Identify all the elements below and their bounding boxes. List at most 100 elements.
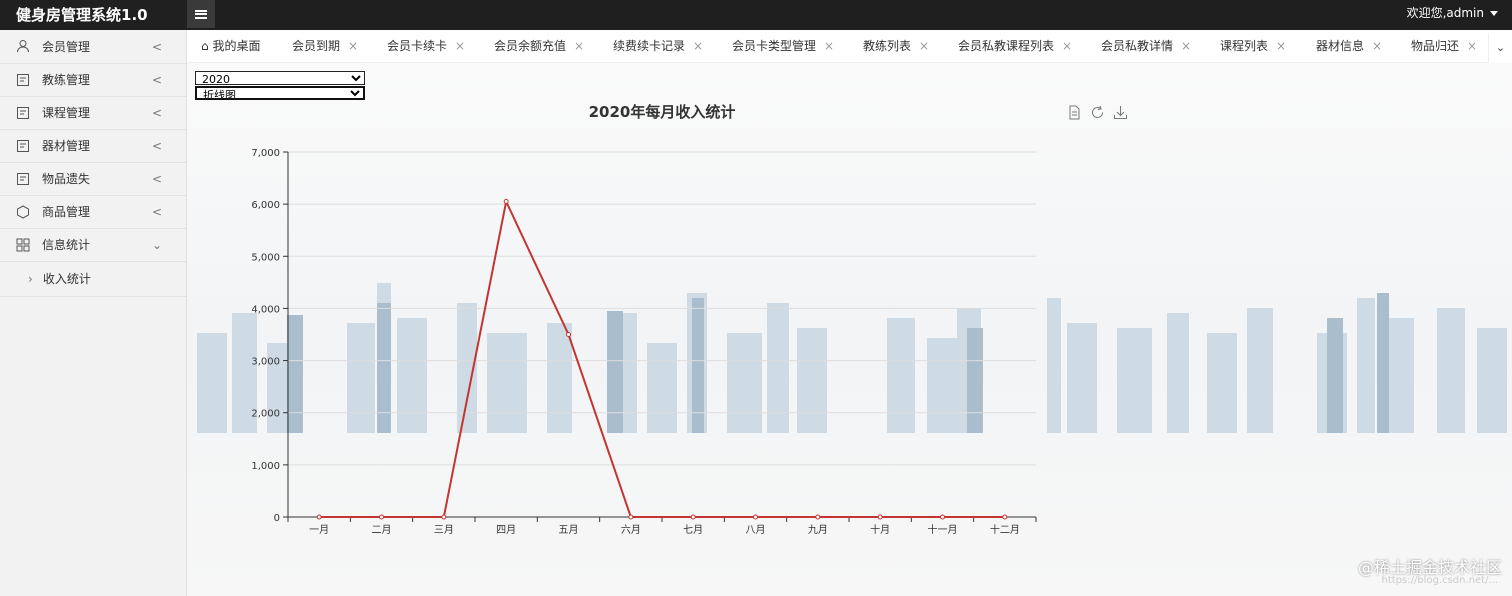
chevron-down-icon: ⌄	[1495, 41, 1506, 54]
sidebar-subitem-label: 收入统计	[42, 272, 91, 286]
data-point	[877, 514, 883, 520]
chevron-left-icon: <	[151, 106, 162, 120]
data-point	[379, 514, 384, 520]
close-icon[interactable]: ×	[1276, 39, 1286, 53]
chevron-right-icon: ›	[28, 272, 33, 286]
close-icon[interactable]: ×	[919, 39, 929, 53]
x-tick-label: 六月	[621, 524, 641, 536]
y-tick-label: 5,000	[251, 252, 280, 263]
close-icon[interactable]: ×	[1181, 39, 1191, 53]
sidebar-item-member[interactable]: 会员管理 <	[0, 30, 186, 64]
sidebar-item-label: 商品管理	[42, 205, 91, 219]
tab-label: 会员卡续卡	[387, 39, 448, 53]
close-icon[interactable]: ×	[348, 39, 358, 53]
y-tick-label: 0	[274, 513, 280, 524]
data-point	[503, 199, 509, 205]
tab-equipment-info[interactable]: 器材信息 ×	[1316, 30, 1382, 62]
tab-balance-recharge[interactable]: 会员余额充值 ×	[494, 30, 584, 62]
data-point	[815, 514, 821, 520]
tab-label: 物品归还	[1411, 39, 1460, 53]
x-tick-label: 九月	[808, 524, 828, 536]
data-point	[1002, 514, 1008, 520]
app-title: 健身房管理系统1.0	[0, 0, 187, 30]
tab-label: 课程列表	[1220, 39, 1269, 53]
x-tick-label: 十月	[870, 523, 890, 536]
home-icon: ⌂	[201, 39, 209, 53]
doc-icon	[17, 107, 29, 119]
user-menu[interactable]: 欢迎您,admin	[1407, 0, 1498, 28]
y-tick-label: 6,000	[251, 200, 280, 211]
chevron-left-icon: <	[151, 172, 162, 186]
chevron-left-icon: <	[151, 40, 162, 54]
sidebar-item-statistics[interactable]: 信息统计 ⌄	[0, 229, 186, 262]
tab-coach-list[interactable]: 教练列表 ×	[863, 30, 929, 62]
sidebar-subitem-income-stats[interactable]: › 收入统计	[0, 262, 186, 297]
series-line	[319, 198, 1005, 518]
data-point	[566, 332, 571, 337]
tab-item-return[interactable]: 物品归还 ×	[1411, 30, 1477, 62]
sidebar-item-label: 课程管理	[42, 106, 91, 120]
caret-down-icon	[1490, 11, 1498, 16]
tab-label: 我的桌面	[212, 39, 261, 53]
x-tick-label: 四月	[496, 524, 516, 536]
data-point	[628, 514, 634, 520]
close-icon[interactable]: ×	[1062, 39, 1072, 53]
tab-course-list[interactable]: 课程列表 ×	[1220, 30, 1286, 62]
close-icon[interactable]: ×	[455, 39, 465, 53]
data-point	[441, 514, 447, 520]
tab-renewal-records[interactable]: 续费续卡记录 ×	[613, 30, 703, 62]
sidebar-item-label: 器材管理	[42, 139, 91, 153]
data-point	[316, 514, 322, 520]
y-tick-label: 7,000	[251, 148, 280, 159]
sidebar-item-course[interactable]: 课程管理 <	[0, 97, 186, 130]
tab-card-type-mgmt[interactable]: 会员卡类型管理 ×	[732, 30, 834, 62]
gift-icon	[17, 205, 29, 219]
tab-card-renewal[interactable]: 会员卡续卡 ×	[387, 30, 465, 62]
x-tick-label: 一月	[309, 524, 329, 536]
sidebar-item-coach[interactable]: 教练管理 <	[0, 64, 186, 97]
sidebar-item-goods[interactable]: 商品管理 <	[0, 196, 186, 229]
close-icon[interactable]: ×	[824, 39, 834, 53]
tab-member-expiry[interactable]: 会员到期 ×	[292, 30, 358, 62]
sidebar-item-label: 信息统计	[42, 238, 91, 252]
chevron-down-icon: ⌄	[151, 238, 162, 252]
close-icon[interactable]: ×	[574, 39, 584, 53]
data-point	[940, 514, 945, 520]
close-icon[interactable]: ×	[1467, 39, 1477, 53]
x-tick-label: 二月	[372, 524, 392, 536]
tab-label: 会员私教课程列表	[958, 39, 1055, 53]
sidebar-item-label: 教练管理	[42, 73, 91, 87]
tab-label: 会员私教详情	[1101, 39, 1174, 53]
tab-label: 器材信息	[1316, 39, 1365, 53]
user-icon	[17, 40, 29, 53]
top-bar: 健身房管理系统1.0 欢迎您,admin	[0, 0, 1512, 30]
user-greeting: 欢迎您,admin	[1406, 6, 1484, 20]
sidebar-item-equipment[interactable]: 器材管理 <	[0, 130, 186, 163]
chevron-left-icon: <	[151, 73, 162, 87]
tab-private-detail[interactable]: 会员私教详情 ×	[1101, 30, 1191, 62]
data-point	[753, 514, 758, 520]
sidebar-item-lost-items[interactable]: 物品遗失 <	[0, 163, 186, 196]
close-icon[interactable]: ×	[693, 39, 703, 53]
tab-desktop[interactable]: ⌂ 我的桌面	[201, 30, 261, 62]
doc-icon	[17, 173, 29, 185]
doc-icon	[17, 74, 29, 86]
data-point	[690, 514, 696, 520]
menu-toggle-button[interactable]	[187, 0, 215, 28]
x-tick-label: 五月	[559, 524, 579, 536]
line-chart: 0 1,000 2,000 3,000 4,000 5,000 6,000 7,000 一月 二月…	[251, 148, 1037, 536]
tab-bar: ⌂ 我的桌面 会员到期 × 会员卡续卡 × 会员余额充值 × 续费续卡记录 × 会员卡类…	[187, 30, 1512, 63]
sidebar-item-label: 会员管理	[42, 40, 91, 54]
doc-icon	[17, 140, 29, 152]
tab-private-course-list[interactable]: 会员私教课程列表 ×	[958, 30, 1072, 62]
grid-icon	[16, 238, 30, 252]
hamburger-icon	[195, 9, 207, 19]
tab-label: 会员卡类型管理	[732, 39, 817, 53]
sidebar: 会员管理 < 教练管理 < 课程管理 < 器材管理 < 物品遗失 < 商品管理 …	[0, 30, 187, 596]
tab-dropdown-button[interactable]: ⌄	[1488, 33, 1512, 63]
x-tick-label: 十一月	[928, 523, 958, 536]
x-tick-label: 十二月	[990, 523, 1020, 536]
close-icon[interactable]: ×	[1372, 39, 1382, 53]
tab-label: 会员余额充值	[494, 39, 567, 53]
main-content: 2020 折线图 2020年每月收入统计 0 1,000 2,000 3,000 4,0…	[187, 63, 1512, 596]
